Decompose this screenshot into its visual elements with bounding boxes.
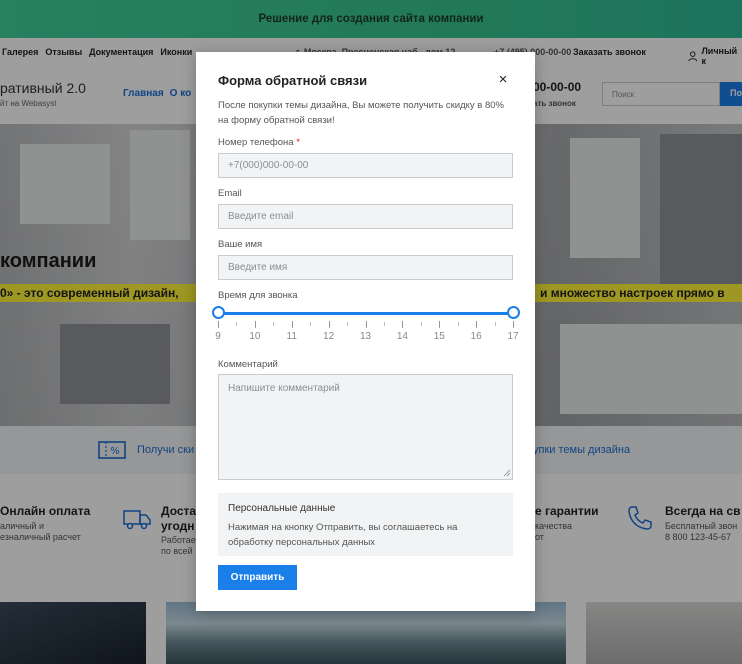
consent-title: Персональные данные [228,503,336,514]
slider-tick-minor [420,322,422,326]
slider-tick-minor [383,322,385,326]
consent-box: Персональные данные Нажимая на кнопку От… [218,493,513,556]
slider-tick-minor [457,322,459,326]
slider-tick-label: 14 [396,331,408,342]
slider-tick-major [218,321,219,328]
required-mark: * [296,137,300,148]
phone-label: Номер телефона * [218,137,300,148]
slider-tick-major [254,321,256,328]
consent-text: Нажимая на кнопку Отправить, вы соглашае… [228,522,458,548]
slider-tick-label: 12 [323,331,335,342]
slider-tick-major [476,321,478,328]
modal-title: Форма обратной связи [218,73,368,88]
phone-label-text: Номер телефона [218,137,294,148]
email-field[interactable] [218,204,513,229]
slider-tick-label: 13 [359,331,372,342]
comment-label: Комментарий [218,359,278,370]
close-icon[interactable]: × [493,71,513,91]
slider-track[interactable] [218,312,513,315]
slider-tick-label: 17 [507,331,519,342]
slider-handle-from[interactable] [211,306,225,319]
comment-field[interactable] [218,374,513,480]
email-label: Email [218,188,242,199]
slider-tick-major [402,321,404,328]
slider-tick-label: 9 [215,331,221,342]
slider-tick-minor [236,322,238,326]
name-label: Ваше имя [218,239,263,250]
call-time-slider[interactable]: 9 10 11 12 13 14 15 16 17 [211,306,520,346]
submit-button[interactable]: Отправить [218,565,297,590]
slider-tick-label: 11 [286,331,297,342]
slider-handle-to[interactable] [506,306,520,319]
slider-tick-major [513,321,514,328]
slider-tick-label: 16 [470,331,482,342]
resize-handle-icon[interactable] [503,469,511,477]
slider-tick-minor [273,322,275,326]
slider-tick-major [328,321,330,328]
slider-tick-major [365,321,367,328]
slider-tick-minor [347,322,349,326]
phone-field[interactable] [218,153,513,178]
slider-tick-major [291,321,293,328]
modal-description: После покупки темы дизайна, Вы можете по… [218,100,504,126]
slider-tick-label: 10 [249,331,261,342]
slider-tick-major [439,321,441,328]
slider-tick-label: 15 [433,331,445,342]
slider-tick-minor [310,322,312,326]
slider-tick-minor [494,322,496,326]
call-time-label: Время для звонка [218,290,298,301]
name-field[interactable] [218,255,513,280]
feedback-modal: Форма обратной связи × После покупки тем… [196,52,535,611]
